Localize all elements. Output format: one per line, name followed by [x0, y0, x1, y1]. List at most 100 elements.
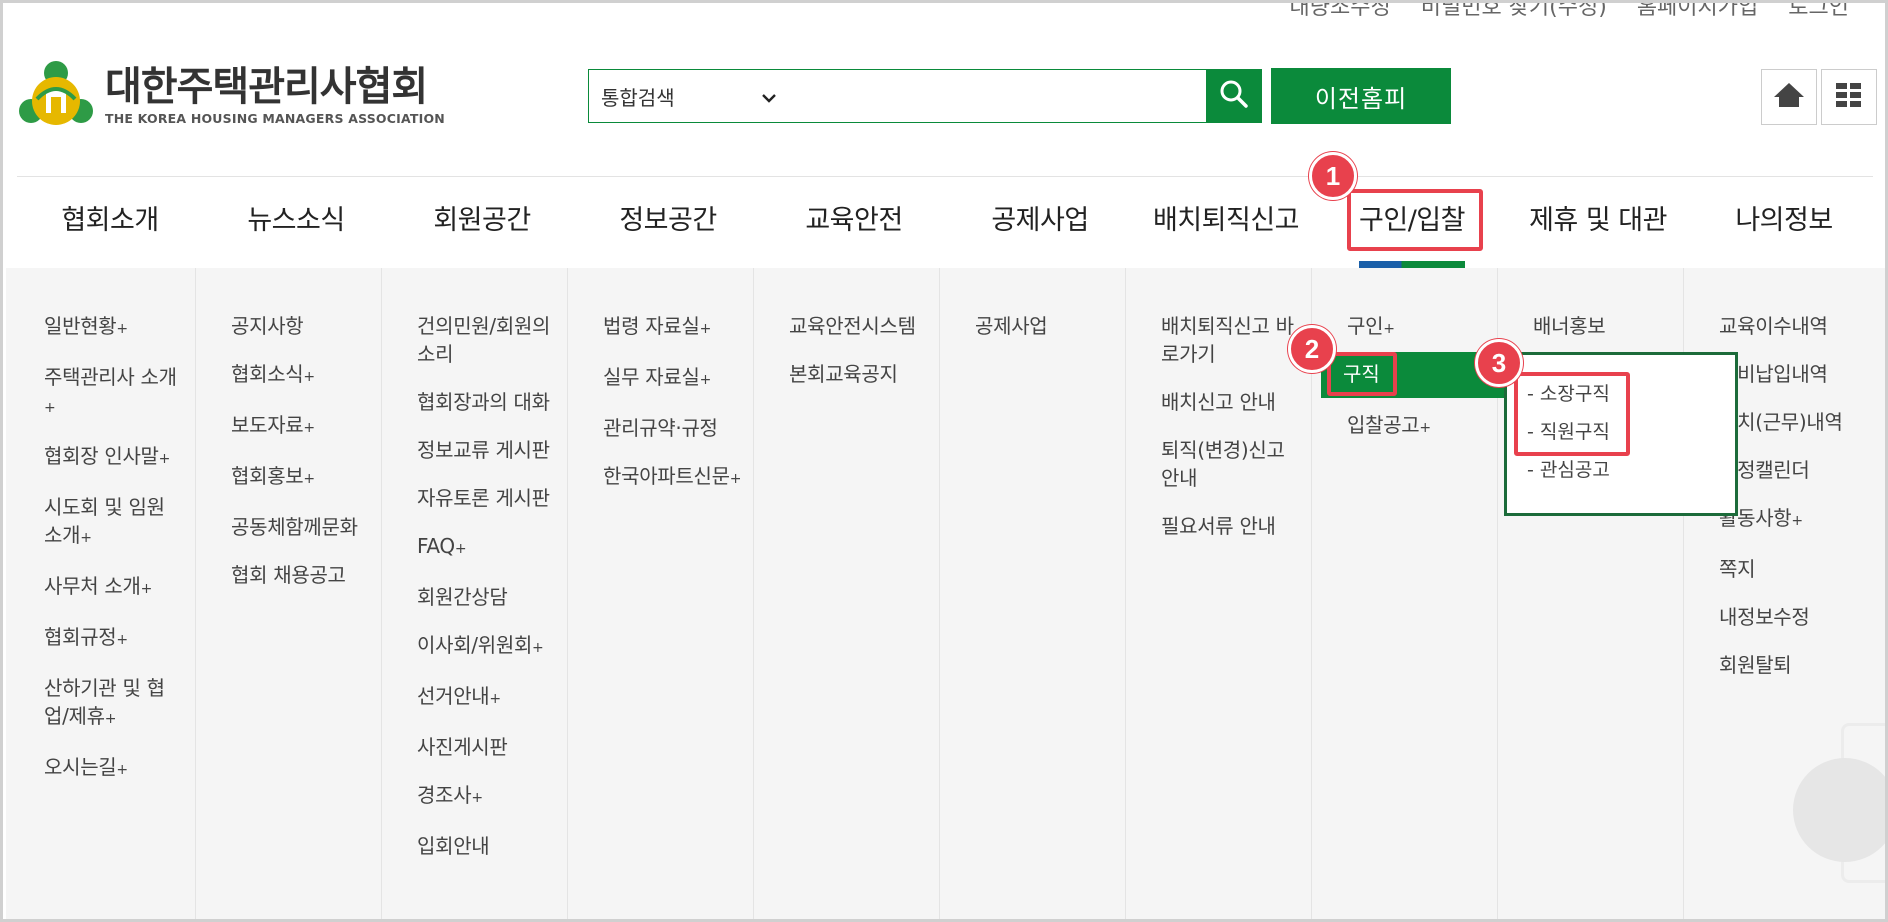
menu-item[interactable]: 자유토론 게시판 — [382, 484, 567, 512]
menu-item[interactable]: 배너홍보 — [1498, 312, 1683, 340]
search-input[interactable] — [789, 70, 1206, 122]
menu-item[interactable]: 한국아파트신문+ — [568, 462, 753, 493]
plus-icon: + — [116, 632, 128, 648]
menu-item[interactable]: 회원간상담 — [382, 583, 567, 611]
menu-item[interactable]: 협회장과의 대화 — [382, 388, 567, 416]
menu-item[interactable]: 건의민원/회원의 소리 — [382, 312, 567, 368]
menu-item[interactable]: 오시는길+ — [9, 753, 195, 784]
menu-item[interactable]: 입찰공고+ — [1312, 411, 1497, 442]
menu-item[interactable]: 입회안내 — [382, 832, 567, 860]
menu-item[interactable]: 주택관리사 소개 + — [9, 363, 195, 422]
home-button[interactable] — [1761, 69, 1817, 125]
menu-item[interactable]: 필요서류 안내 — [1126, 512, 1311, 540]
search-scope-select[interactable]: 통합검색 — [589, 70, 789, 122]
menu-item[interactable]: 경조사+ — [382, 781, 567, 812]
menu-item[interactable]: 사무처 소개+ — [9, 572, 195, 603]
menu-item-label: 경조사 — [417, 783, 472, 807]
util-link-1[interactable]: 대량조수정 — [1290, 3, 1391, 21]
gnb-my-info[interactable]: 나의정보 — [1691, 193, 1877, 265]
menu-item-label: 입회안내 — [417, 834, 490, 858]
search-button[interactable] — [1206, 69, 1262, 123]
menu-item[interactable]: 협회규정+ — [9, 623, 195, 654]
gnb-news[interactable]: 뉴스소식 — [203, 193, 389, 265]
page-frame: 대량조수정 비밀번호 찾기(수정) 홈페이지가입 로그인 대한주택관리사협회 T… — [0, 0, 1888, 922]
menu-item-label: 일반현황 — [44, 314, 117, 338]
menu-item[interactable]: 이사회/위원회+ — [382, 631, 567, 662]
util-link-2[interactable]: 비밀번호 찾기(수정) — [1421, 3, 1607, 21]
gnb-education[interactable]: 교육안전 — [761, 193, 947, 265]
menu-item-label: 협회장과의 대화 — [417, 390, 550, 414]
menu-item[interactable]: 보도자료+ — [196, 411, 381, 442]
menu-item[interactable]: 협회장 인사말+ — [9, 442, 195, 473]
gnb-mutual-aid[interactable]: 공제사업 — [947, 193, 1133, 265]
search-scope-label: 통합검색 — [601, 85, 675, 110]
plus-icon: + — [1419, 420, 1431, 436]
plus-icon: + — [303, 420, 315, 436]
util-link-login[interactable]: 로그인 — [1788, 3, 1849, 21]
menu-item-label: 쪽지 — [1719, 557, 1756, 581]
menu-item-label: 퇴직(변경)신고 안내 — [1161, 438, 1285, 490]
util-links: 대량조수정 비밀번호 찾기(수정) 홈페이지가입 로그인 — [1290, 3, 1849, 21]
menu-column-2: 공지사항협회소식+ 보도자료+ 협회홍보+ 공동체함께문화협회 채용공고 — [195, 268, 381, 919]
menu-item-label: 배치신고 안내 — [1161, 390, 1276, 414]
menu-item-label: 교육안전시스템 — [789, 314, 916, 338]
menu-item[interactable]: 공제사업 — [940, 312, 1125, 340]
menu-item[interactable]: 퇴직(변경)신고 안내 — [1126, 436, 1311, 492]
menu-item-label: 사진게시판 — [417, 735, 508, 759]
annotation-highlight-1 — [1347, 189, 1483, 251]
gnb-partnership[interactable]: 제휴 및 대관 — [1505, 193, 1691, 265]
menu-item[interactable]: 내정보수정 — [1684, 603, 1869, 631]
site-logo[interactable]: 대한주택관리사협회 THE KOREA HOUSING MANAGERS ASS… — [17, 59, 445, 131]
menu-item[interactable]: 본회교육공지 — [754, 360, 939, 388]
menu-item[interactable]: 교육안전시스템 — [754, 312, 939, 340]
plus-icon: + — [303, 369, 315, 385]
gnb-members[interactable]: 회원공간 — [389, 193, 575, 265]
prev-homepage-button[interactable]: 이전홈피 — [1271, 68, 1451, 124]
menu-item[interactable]: 시도회 및 임원 소개+ — [9, 493, 195, 552]
menu-item[interactable]: 일반현황+ — [9, 312, 195, 343]
search-icon — [1219, 79, 1249, 113]
menu-item[interactable]: 협회 채용공고 — [196, 561, 381, 589]
plus-icon: + — [116, 762, 128, 778]
menu-item[interactable]: 공지사항 — [196, 312, 381, 340]
menu-item[interactable]: 선거안내+ — [382, 682, 567, 713]
menu-item[interactable]: FAQ+ — [382, 532, 567, 563]
menu-item[interactable]: 사진게시판 — [382, 733, 567, 761]
logo-emblem-icon — [17, 59, 95, 131]
menu-item-label: 협회규정 — [44, 625, 117, 649]
menu-item[interactable]: 관리규약·규정 — [568, 414, 753, 442]
menu-item[interactable]: 협회홍보+ — [196, 462, 381, 493]
menu-item[interactable]: 정보교류 게시판 — [382, 436, 567, 464]
menu-item-label: 이사회/위원회 — [417, 633, 533, 657]
menu-item-label: 실무 자료실 — [603, 365, 700, 389]
gnb-placement[interactable]: 배치퇴직신고 — [1133, 193, 1319, 265]
menu-item-label: 공지사항 — [231, 314, 304, 338]
floating-top-button[interactable] — [1793, 758, 1885, 862]
all-menu-button[interactable] — [1821, 69, 1877, 125]
menu-item[interactable]: 배치퇴직신고 바로가기 — [1126, 312, 1311, 368]
menu-item[interactable]: 공동체함께문화 — [196, 513, 381, 541]
gnb-info[interactable]: 정보공간 — [575, 193, 761, 265]
gnb-about[interactable]: 협회소개 — [17, 193, 203, 265]
menu-item[interactable]: 산하기관 및 협업/제휴+ — [9, 674, 195, 733]
menu-item[interactable]: 쪽지 — [1684, 555, 1869, 583]
menu-item[interactable]: 협회소식+ — [196, 360, 381, 391]
menu-item-label: 필요서류 안내 — [1161, 514, 1276, 538]
util-link-3[interactable]: 홈페이지가입 — [1637, 3, 1758, 21]
menu-item[interactable]: 구인+ — [1312, 312, 1497, 343]
menu-item[interactable]: 교육이수내역 — [1684, 312, 1869, 340]
submenu-interest-notice[interactable]: - 관심공고 — [1507, 456, 1735, 484]
menu-item[interactable]: 실무 자료실+ — [568, 363, 753, 394]
plus-icon: + — [532, 640, 544, 656]
menu-item[interactable]: 회원탈퇴 — [1684, 651, 1869, 679]
plus-icon: + — [699, 372, 712, 388]
annotation-badge-3: 3 — [1475, 339, 1523, 387]
menu-item-label: 협회 채용공고 — [231, 563, 346, 587]
menu-item[interactable]: 배치신고 안내 — [1126, 388, 1311, 416]
annotation-badge-2: 2 — [1288, 325, 1336, 373]
search-bar: 통합검색 — [588, 69, 1262, 123]
menu-item[interactable]: 법령 자료실+ — [568, 312, 753, 343]
menu-item-label: 정보교류 게시판 — [417, 438, 550, 462]
plus-icon: + — [104, 711, 117, 727]
menu-column-6: 공제사업 — [939, 268, 1125, 919]
